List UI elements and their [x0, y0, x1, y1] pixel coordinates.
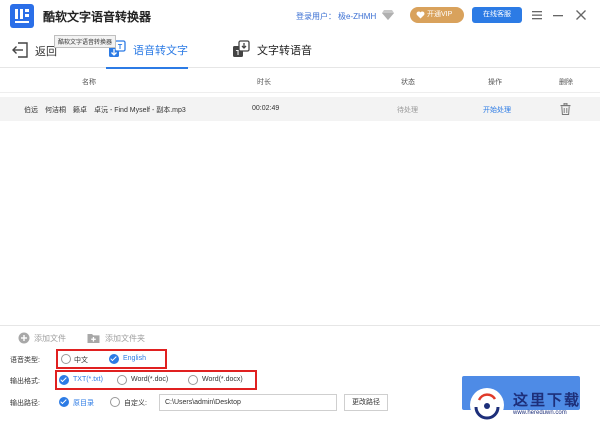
back-arrow-icon	[12, 42, 28, 58]
format-highlight-box	[55, 370, 257, 390]
online-service-button[interactable]: 在线客服	[472, 7, 522, 23]
output-path-input[interactable]: C:\Users\admin\Desktop	[159, 394, 337, 411]
close-icon[interactable]	[574, 8, 588, 22]
hamburger-icon[interactable]	[530, 8, 544, 22]
plus-circle-icon	[18, 332, 30, 344]
folder-plus-icon	[87, 334, 100, 343]
tab-speech-to-text[interactable]: T 语音转文字	[106, 32, 188, 69]
language-label: 语音类型:	[10, 357, 40, 364]
watermark-logo	[470, 388, 504, 422]
column-delete: 删除	[559, 79, 573, 86]
title-bar: 酷软文字语音转换器 登录用户： 极e-ZHMH 开通VIP 在线客服	[0, 0, 600, 32]
diamond-icon	[382, 10, 394, 20]
column-duration: 时长	[257, 79, 271, 86]
column-name: 名称	[82, 79, 96, 86]
table-row[interactable]: 伯远 何洁桐 籁卓 卓沅 - Find Myself - 副本.mp3 00:0…	[0, 97, 600, 121]
app-logo-icon	[10, 4, 34, 28]
tab-speech-to-text-label: 语音转文字	[133, 45, 188, 57]
output-radio-source-dir[interactable]	[59, 397, 69, 407]
format-label: 输出格式:	[10, 378, 40, 385]
add-folder-button[interactable]: 添加文件夹	[87, 332, 157, 344]
watermark-text: 这里下载	[513, 391, 582, 409]
add-file-label: 添加文件	[34, 334, 66, 343]
app-title: 酷软文字语音转换器	[43, 10, 152, 24]
text-to-speech-icon: T	[233, 40, 250, 57]
vip-button[interactable]: 开通VIP	[410, 7, 464, 23]
add-file-button[interactable]: 添加文件	[18, 332, 78, 344]
change-path-button[interactable]: 更改路径	[344, 394, 388, 411]
column-status: 状态	[401, 79, 415, 86]
output-path-label: 输出路径:	[10, 400, 40, 407]
trash-icon[interactable]	[560, 103, 571, 115]
add-folder-label: 添加文件夹	[105, 334, 145, 343]
start-process-link[interactable]: 开始处理	[483, 105, 511, 115]
login-label: 登录用户：	[296, 12, 336, 21]
watermark-swirl-icon	[474, 393, 500, 420]
output-source-dir-label[interactable]: 原目录	[73, 398, 94, 408]
add-toolbar: 添加文件 添加文件夹	[0, 325, 600, 347]
language-highlight-box	[56, 349, 167, 369]
output-radio-custom[interactable]	[110, 397, 120, 407]
file-duration: 00:02:49	[252, 105, 280, 112]
watermark-url: www.hereduwn.com	[513, 410, 567, 416]
file-status: 待处理	[397, 107, 418, 114]
file-table-header: 名称 时长 状态 操作 删除	[0, 69, 600, 93]
heart-icon	[416, 11, 425, 19]
vip-label: 开通VIP	[427, 11, 453, 18]
minimize-icon[interactable]	[551, 8, 565, 22]
column-action: 操作	[488, 79, 502, 86]
tab-text-to-speech-label: 文字转语音	[257, 45, 312, 57]
tab-text-to-speech[interactable]: T 文字转语音	[232, 32, 322, 68]
output-custom-label[interactable]: 自定义:	[124, 398, 147, 408]
username[interactable]: 极e-ZHMH	[338, 11, 376, 22]
svg-text:T: T	[118, 44, 123, 51]
file-name: 伯远 何洁桐 籁卓 卓沅 - Find Myself - 副本.mp3	[24, 107, 186, 114]
app-title-tooltip: 酷软文字语音转换器	[54, 35, 117, 48]
